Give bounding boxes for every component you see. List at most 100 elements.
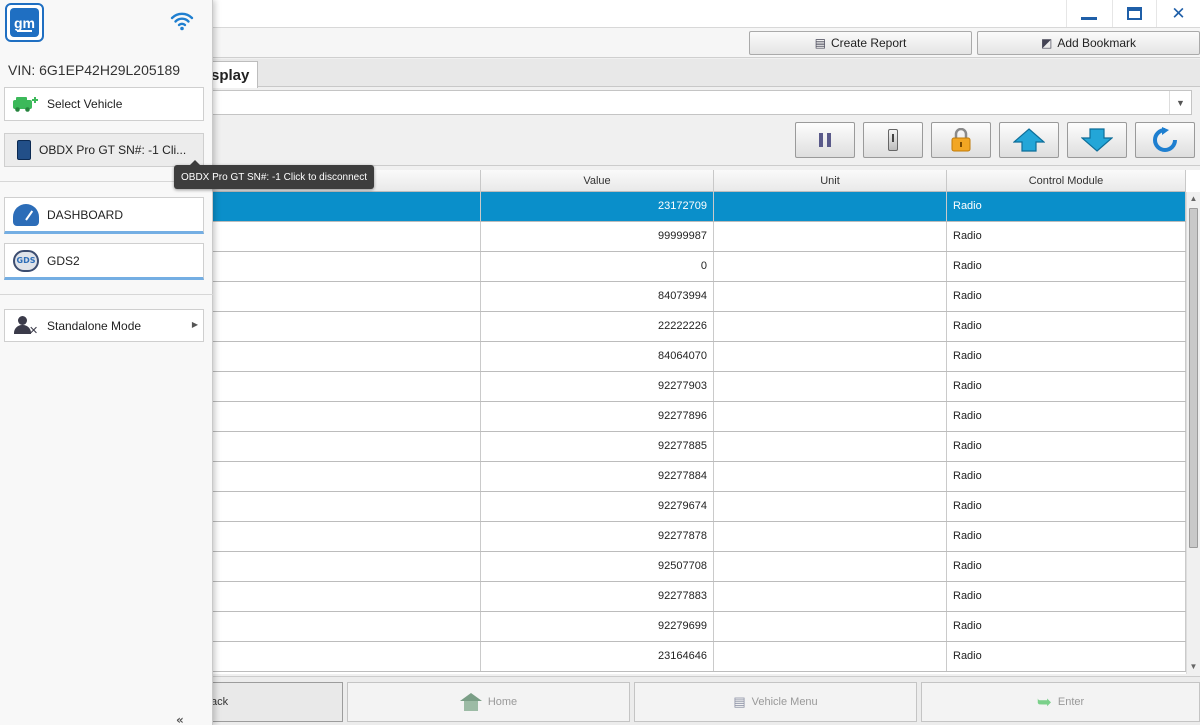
vertical-scrollbar[interactable]: ▲ ▼ <box>1186 192 1200 674</box>
cell-unit <box>714 432 947 461</box>
scroll-thumb[interactable] <box>1189 208 1198 548</box>
cell-unit <box>714 312 947 341</box>
cell-value: 92507708 <box>481 552 714 581</box>
vin-label: VIN: 6G1EP42H29L205189 <box>8 62 181 78</box>
enter-button[interactable]: ➥ Enter <box>921 682 1200 722</box>
cell-control-module: Radio <box>947 462 1186 491</box>
pause-icon <box>819 133 831 147</box>
filter-dropdown[interactable]: ▼ <box>150 90 1192 115</box>
cell-value: 84064070 <box>481 342 714 371</box>
home-label: Home <box>487 696 518 708</box>
select-vehicle-label: Select Vehicle <box>47 97 123 111</box>
bookmark-icon: ◩ <box>1040 36 1053 50</box>
cell-control-module: Radio <box>947 642 1186 671</box>
cell-control-module: Radio <box>947 222 1186 251</box>
move-down-button[interactable] <box>1067 122 1127 158</box>
enter-label: Enter <box>1057 696 1085 708</box>
cell-control-module: Radio <box>947 612 1186 641</box>
cell-control-module: Radio <box>947 522 1186 551</box>
side-drawer: gm VIN: 6G1EP42H29L205189 Select Vehicle… <box>0 0 213 725</box>
cell-unit <box>714 492 947 521</box>
gm-logo: gm <box>5 3 44 42</box>
maximize-button[interactable] <box>1112 0 1156 27</box>
cell-unit <box>714 642 947 671</box>
minimize-icon <box>1080 17 1097 20</box>
gds2-label: GDS2 <box>47 253 80 268</box>
column-header-value[interactable]: Value <box>481 170 714 192</box>
maximize-icon <box>1127 7 1142 20</box>
vehicle-menu-button[interactable]: ▤ Vehicle Menu <box>634 682 917 722</box>
gm-logo-mark: gm <box>10 8 39 37</box>
cell-control-module: Radio <box>947 582 1186 611</box>
cell-value: 23172709 <box>481 192 714 221</box>
cell-unit <box>714 402 947 431</box>
select-vehicle-button[interactable]: Select Vehicle <box>4 87 204 121</box>
cell-control-module: Radio <box>947 552 1186 581</box>
vehicle-add-icon <box>13 97 38 112</box>
report-icon: ▤ <box>814 36 826 50</box>
cell-value: 92277884 <box>481 462 714 491</box>
move-up-button[interactable] <box>999 122 1059 158</box>
cell-unit <box>714 252 947 281</box>
lock-button[interactable] <box>931 122 991 158</box>
column-header-control-module[interactable]: Control Module <box>947 170 1186 192</box>
close-icon: ✕ <box>1171 3 1186 24</box>
wifi-icon <box>170 12 194 31</box>
device-tooltip: OBDX Pro GT SN#: -1 Click to disconnect <box>174 160 374 189</box>
cell-unit <box>714 522 947 551</box>
cell-unit <box>714 222 947 251</box>
cell-value: 92277883 <box>481 582 714 611</box>
gds-icon: GDS <box>13 249 39 272</box>
cell-value: 99999987 <box>481 222 714 251</box>
cell-control-module: Radio <box>947 282 1186 311</box>
switch-button[interactable] <box>863 122 923 158</box>
cell-value: 92277896 <box>481 402 714 431</box>
gds2-button[interactable]: GDS GDS2 <box>4 243 204 280</box>
add-bookmark-button[interactable]: ◩ Add Bookmark <box>977 31 1200 55</box>
cell-value: 84073994 <box>481 282 714 311</box>
cell-value: 92277903 <box>481 372 714 401</box>
cell-control-module: Radio <box>947 312 1186 341</box>
refresh-icon <box>1153 127 1177 152</box>
refresh-button[interactable] <box>1135 122 1195 158</box>
cell-unit <box>714 552 947 581</box>
scroll-up-icon[interactable]: ▲ <box>1187 192 1200 206</box>
home-icon <box>459 693 482 711</box>
column-header-unit[interactable]: Unit <box>714 170 947 192</box>
cell-value: 92277885 <box>481 432 714 461</box>
cell-control-module: Radio <box>947 372 1186 401</box>
arrow-down-icon <box>1081 128 1113 152</box>
device-connection-button[interactable]: OBDX Pro GT SN#: -1 Cli... <box>4 133 204 167</box>
cell-value: 23164646 <box>481 642 714 671</box>
cell-value: 0 <box>481 252 714 281</box>
vehicle-menu-label: Vehicle Menu <box>751 696 818 708</box>
cell-unit <box>714 282 947 311</box>
minimize-button[interactable] <box>1066 0 1110 27</box>
dashboard-button[interactable]: DASHBOARD <box>4 197 204 234</box>
create-report-button[interactable]: ▤ Create Report <box>749 31 972 55</box>
dashboard-gauge-icon <box>13 203 39 226</box>
cell-value: 22222226 <box>481 312 714 341</box>
cell-control-module: Radio <box>947 192 1186 221</box>
cell-unit <box>714 192 947 221</box>
cell-unit <box>714 372 947 401</box>
standalone-mode-button[interactable]: ✕ Standalone Mode ▶ <box>4 309 204 342</box>
cell-control-module: Radio <box>947 432 1186 461</box>
vehicle-menu-icon: ▤ <box>733 694 746 709</box>
cell-value: 92277878 <box>481 522 714 551</box>
home-button[interactable]: Home <box>347 682 630 722</box>
cell-unit <box>714 582 947 611</box>
collapse-drawer-icon[interactable]: « <box>176 713 184 725</box>
enter-arrow-icon: ➥ <box>1036 691 1052 712</box>
obd-device-icon <box>17 140 31 160</box>
chevron-down-icon[interactable]: ▼ <box>1169 91 1191 114</box>
drawer-divider <box>0 294 213 295</box>
lock-icon <box>951 128 971 152</box>
cell-control-module: Radio <box>947 252 1186 281</box>
pause-button[interactable] <box>795 122 855 158</box>
standalone-mode-label: Standalone Mode <box>47 318 142 333</box>
create-report-label: Create Report <box>830 36 907 50</box>
scroll-down-icon[interactable]: ▼ <box>1187 660 1200 674</box>
switch-icon <box>888 129 898 151</box>
close-button[interactable]: ✕ <box>1156 0 1200 27</box>
